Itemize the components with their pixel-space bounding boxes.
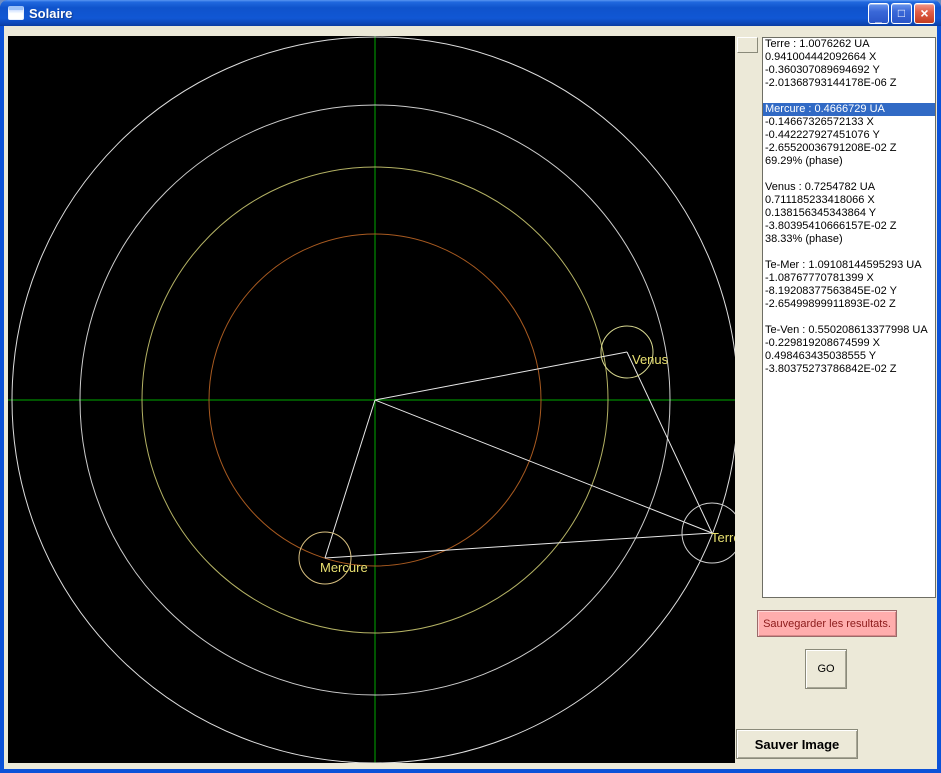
list-item[interactable]: -2.65520036791208E-02 Z [763,142,935,155]
window-title: Solaire [29,5,73,21]
list-item[interactable]: Te-Ven : 0.550208613377998 UA [763,324,935,337]
maximize-icon: □ [897,6,906,20]
maximize-button[interactable]: □ [891,2,912,24]
list-item[interactable]: 69.29% (phase) [763,155,935,168]
close-button[interactable]: × [914,2,935,24]
client-area: Venus Mercure Terre Terre : 1.0076262 UA… [4,26,937,769]
list-item[interactable]: 0.138156345343864 Y [763,207,935,220]
close-icon: × [920,5,929,21]
list-item[interactable]: -0.229819208674599 X [763,337,935,350]
list-item[interactable] [763,311,935,324]
results-listbox[interactable]: Terre : 1.0076262 UA 0.941004442092664 X-… [762,37,936,598]
go-button[interactable]: GO [805,649,847,689]
list-item[interactable]: Mercure : 0.4666729 UA [763,103,935,116]
save-image-button[interactable]: Sauver Image [736,729,858,759]
orbit-canvas: Venus Mercure Terre [8,36,735,763]
title-bar[interactable]: Solaire _ □ × [0,0,941,26]
save-results-label: Sauvegarder les resultats. [763,617,891,630]
list-item[interactable]: -8.19208377563845E-02 Y [763,285,935,298]
list-item[interactable]: -2.01368793144178E-06 Z [763,77,935,90]
list-item[interactable]: 0.498463435038555 Y [763,350,935,363]
list-item[interactable]: 0.941004442092664 X [763,51,935,64]
list-item[interactable] [763,246,935,259]
solaire-window: Solaire _ □ × Venus Mercure Terr Terre:… [0,0,941,773]
list-item[interactable]: 38.33% (phase) [763,233,935,246]
list-item[interactable]: -0.14667326572133 X [763,116,935,129]
scrollbar-thumb[interactable] [737,37,758,53]
list-item[interactable] [763,168,935,181]
list-item[interactable]: -2.65499899911893E-02 Z [763,298,935,311]
list-item[interactable]: -3.80395410666157E-02 Z [763,220,935,233]
list-item[interactable]: 0.711185233418066 X [763,194,935,207]
list-item[interactable]: -3.80375273786842E-02 Z [763,363,935,376]
minimize-icon: _ [875,10,882,24]
list-item[interactable] [763,90,935,103]
venus-label: Venus [632,352,669,367]
mercure-label: Mercure [320,560,368,575]
list-item[interactable]: -0.442227927451076 Y [763,129,935,142]
save-image-label: Sauver Image [754,736,840,752]
go-label: GO [817,663,835,675]
list-item[interactable]: Te-Mer : 1.09108144595293 UA [763,259,935,272]
list-item[interactable]: -1.08767770781399 X [763,272,935,285]
app-icon [8,6,24,20]
list-item[interactable]: Terre : 1.0076262 UA [763,38,935,51]
list-item[interactable]: -0.360307089694692 Y [763,64,935,77]
minimize-button[interactable]: _ [868,2,889,24]
save-results-button[interactable]: Sauvegarder les resultats. [757,610,897,637]
list-item[interactable]: Venus : 0.7254782 UA [763,181,935,194]
terre-label: Terre [711,530,735,545]
